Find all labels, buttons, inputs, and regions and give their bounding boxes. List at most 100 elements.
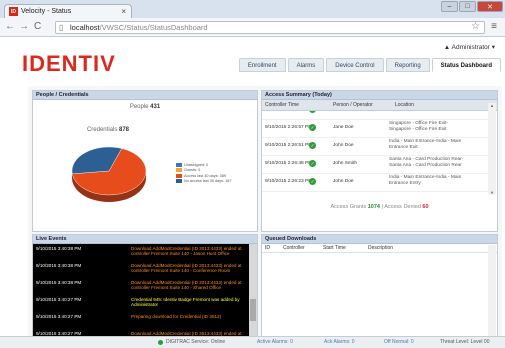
nav-reporting[interactable]: Reporting (385, 58, 430, 72)
nav-enrollment[interactable]: Enrollment (238, 58, 286, 72)
queued-downloads-panel: Queued Downloads ID Controller Start Tim… (261, 234, 498, 346)
scroll-up-icon[interactable]: ▲ (488, 103, 496, 108)
scroll-thumb[interactable] (250, 299, 256, 321)
url-host: localhost (70, 23, 100, 32)
nav-status-dashboard[interactable]: Status Dashboard (431, 58, 501, 72)
dashboard-content: People / Credentials People 431 Credenti… (28, 86, 502, 348)
scroll-down-icon[interactable]: ▼ (488, 190, 496, 195)
browser-tab[interactable]: ID Velocity - Status × (4, 4, 132, 18)
url-path: /VWSC/Status/StatusDashboard (99, 23, 208, 32)
access-table-header: Controller Time Person / Operator Locati… (262, 100, 497, 111)
grants-label: Access Grants (330, 204, 367, 210)
credentials-value: 878 (119, 127, 130, 133)
legend-label: Access last 30 days: 389 (184, 173, 226, 178)
col-controller-time: Controller Time (265, 102, 299, 108)
nav-alarms[interactable]: Alarms (287, 58, 325, 72)
access-person: Jane Doe (333, 125, 354, 130)
live-event: 9/10/2015 3:40:38 PM Download AddModCrede… (33, 246, 251, 263)
browser-window: ID Velocity - Status × – □ ✕ ← → C ▯ loc… (0, 0, 505, 348)
access-row[interactable]: 9/10/2015 2:26:57 PM ✓ Jane Doe Singapore -… (262, 120, 488, 138)
access-summary-panel: Access Summary (Today) Controller Time P… (261, 90, 498, 232)
event-message: Download AddModCredential (ID 3013:4433)… (131, 263, 242, 274)
col-controller: Controller (283, 245, 305, 251)
access-table-body: ✓Outside Entry9/10/2015 2:26:57 PM✓Jane … (262, 111, 497, 203)
event-time: 9/10/2015 3:40:38 PM (36, 263, 82, 268)
panel-title: People / Credentials (33, 91, 257, 100)
access-person: John Doe (333, 143, 354, 148)
legend-item: Access last 30 days: 389 (176, 173, 232, 179)
service-online-icon (158, 340, 163, 345)
access-granted-check-icon: ✓ (309, 160, 316, 167)
access-time: 9/10/2015 2:26:51 PM (265, 143, 313, 148)
access-row[interactable]: 9/10/2015 2:26:51 PM ✓ John Doe India - Mai… (262, 138, 488, 156)
threat-level: Threat Level: Level 00 (440, 339, 490, 345)
denied-value: 60 (422, 204, 429, 210)
forward-arrow-icon[interactable]: → (19, 21, 29, 32)
reload-icon[interactable]: C (34, 21, 41, 32)
col-location: Location (395, 102, 414, 108)
queued-scrollbar[interactable] (488, 245, 496, 345)
access-granted-check-icon: ✓ (309, 111, 316, 113)
access-row[interactable]: ✓Outside Entry (262, 111, 488, 120)
access-granted-check-icon: ✓ (309, 142, 316, 149)
access-time: 9/10/2015 2:26:48 PM (265, 161, 313, 166)
live-scrollbar[interactable] (249, 244, 257, 346)
access-person: John Smith (333, 161, 357, 166)
url-input[interactable]: ▯ localhost/VWSC/Status/StatusDashboard (55, 21, 485, 34)
live-events-panel: Live Events 9/10/2015 3:40:38 PM Download… (32, 234, 258, 346)
address-toolbar: ← → C ▯ localhost/VWSC/Status/StatusDash… (0, 18, 505, 37)
service-status: DIGITRAC Service: Online (166, 339, 226, 345)
credentials-label: Credentials (86, 127, 118, 133)
live-events-list: 9/10/2015 3:40:38 PM Download AddModCrede… (33, 244, 257, 346)
browser-menu-icon[interactable]: ≡ (491, 21, 497, 32)
event-message: Download AddModCredential (ID 3013:4433)… (131, 280, 242, 291)
live-event: 9/10/2015 3:40:38 PM Download AddModCrede… (33, 280, 251, 297)
legend-swatch (176, 168, 182, 173)
minimize-icon[interactable]: – (441, 1, 458, 12)
access-person: John Doe (333, 179, 354, 184)
pie-legend: Unassigned: 0 Guests: 0 Access last 30 day… (176, 162, 232, 184)
access-scrollbar[interactable]: ▲ ▼ (488, 103, 496, 195)
live-event: 9/10/2015 3:40:38 PM Download AddModCrede… (33, 263, 251, 280)
panel-title: Live Events (33, 235, 257, 244)
live-event: 9/10/2015 3:40:27 PM Preparing download f… (33, 314, 251, 331)
legend-item: No access last 30 days: 187 (176, 179, 232, 185)
event-time: 9/10/2015 3:40:38 PM (36, 280, 82, 285)
access-time: 9/10/2015 2:26:57 PM (265, 125, 313, 130)
window-close-icon[interactable]: ✕ (477, 1, 503, 12)
panel-title: Access Summary (Today) (262, 91, 497, 100)
nav-device-control[interactable]: Device Control (326, 58, 384, 72)
tab-title: Velocity - Status (21, 8, 72, 15)
people-credentials-panel: People / Credentials People 431 Credenti… (32, 90, 258, 232)
legend-label: Guests: 0 (184, 168, 201, 173)
ack-alarms[interactable]: Ack Alarms: 0 (324, 337, 355, 348)
col-person: Person / Operator (333, 102, 373, 108)
live-event: 9/10/2015 3:40:27 PM Credential 945: Iden… (33, 297, 251, 314)
event-message: Credential 945: Identiv Badge Fremont wa… (131, 297, 240, 308)
access-location: Santa Ana - Card Production Rear-Santa A… (389, 157, 464, 168)
off-normal[interactable]: Off Normal: 0 (384, 337, 414, 348)
browser-titlebar: ID Velocity - Status × – □ ✕ (0, 0, 505, 18)
event-message: Preparing download for Credential (ID 35… (131, 314, 222, 319)
active-alarms[interactable]: Active Alarms: 0 (257, 337, 293, 348)
people-value: 431 (150, 104, 161, 110)
people-label: People (129, 104, 149, 110)
maximize-icon[interactable]: □ (459, 1, 476, 12)
access-row[interactable]: 9/10/2015 2:26:48 PM ✓ John Smith Santa Ana… (262, 156, 488, 174)
col-start-time: Start Time (323, 245, 346, 251)
administrator-menu[interactable]: ▲ Administrator ▾ (444, 43, 495, 51)
credentials-count: Credentials 878 (33, 127, 183, 133)
access-row[interactable]: 9/10/2015 2:26:23 PM ✓ John Doe India - Mai… (262, 174, 488, 192)
legend-label: Unassigned: 0 (184, 162, 209, 167)
queued-table-header: ID Controller Start Time Description (262, 244, 497, 253)
main-nav: Enrollment Alarms Device Control Reporti… (237, 58, 501, 72)
bookmark-star-icon[interactable]: ☆ (471, 21, 480, 32)
access-totals: Access Grants 1074 | Access Denied 60 (330, 204, 429, 210)
tab-close-icon[interactable]: × (121, 7, 126, 16)
back-arrow-icon[interactable]: ← (5, 21, 15, 32)
event-time: 9/10/2015 3:40:27 PM (36, 297, 82, 302)
access-granted-check-icon: ✓ (309, 178, 316, 185)
access-location: India - Main Entrance-India - Main Entra… (389, 139, 462, 150)
access-location: India - Main Entrance-India - Main Entra… (389, 175, 462, 186)
col-description: Description (368, 245, 394, 251)
